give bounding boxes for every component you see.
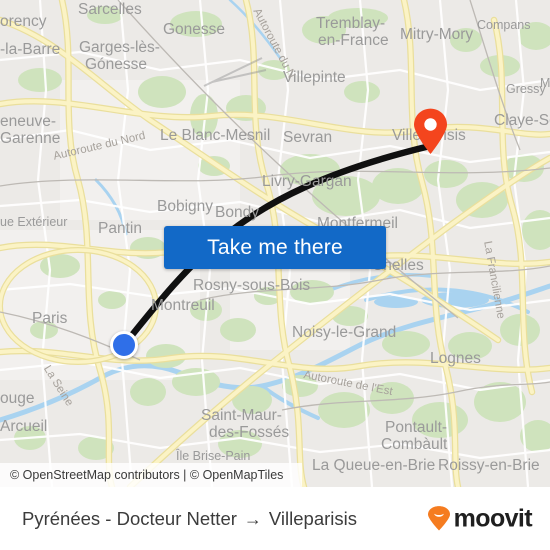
map-canvas[interactable]: Sarcelles Gonesse Tremblay-en-France Mitry-… xyxy=(0,0,550,487)
destination-pin-marker[interactable] xyxy=(413,108,448,155)
moovit-route-view: Sarcelles Gonesse Tremblay-en-France Mitry-… xyxy=(0,0,550,550)
arrow-right-icon: → xyxy=(243,508,262,529)
origin-dot-marker[interactable] xyxy=(110,331,138,359)
moovit-logo[interactable]: moovit xyxy=(426,504,533,533)
route-origin-label: Pyrénées - Docteur Netter xyxy=(22,507,237,529)
route-summary: Pyrénées - Docteur Netter → Villeparisis xyxy=(22,508,357,530)
footer-bar: Pyrénées - Docteur Netter → Villeparisis m… xyxy=(0,487,550,550)
take-me-there-label: Take me there xyxy=(207,235,343,259)
take-me-there-button[interactable]: Take me there xyxy=(164,226,386,269)
moovit-wordmark: moovit xyxy=(453,504,533,532)
route-destination-label: Villeparisis xyxy=(268,507,357,529)
moovit-pin-icon xyxy=(427,506,450,531)
